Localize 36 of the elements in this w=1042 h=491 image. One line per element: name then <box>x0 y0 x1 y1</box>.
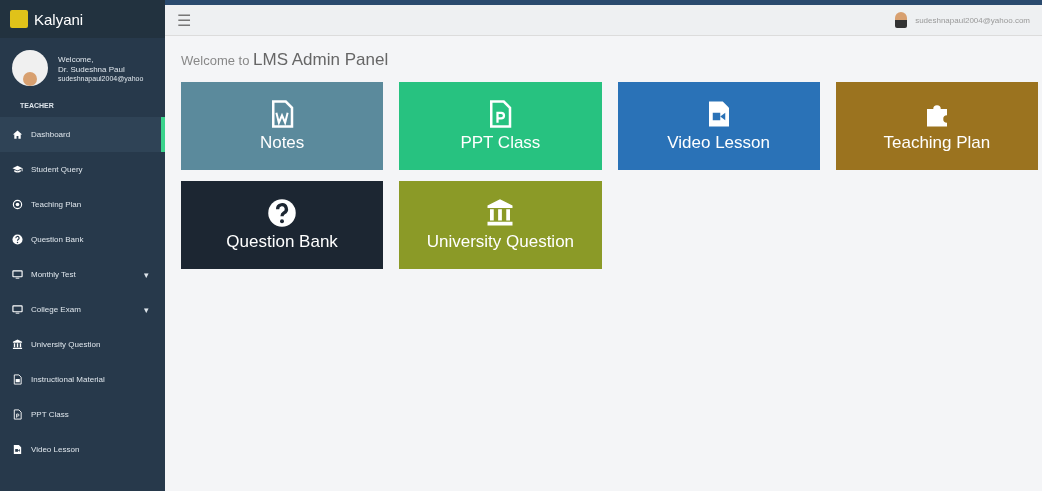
dashboard-tile[interactable]: Video Lesson <box>617 82 820 170</box>
video-file-icon <box>12 444 23 455</box>
sidebar-item[interactable]: University Question <box>0 327 165 362</box>
sidebar-item[interactable]: Teaching Plan <box>0 187 165 222</box>
monitor-icon <box>12 269 23 280</box>
user-name: Dr. Sudeshna Paul <box>58 64 126 74</box>
sidebar-item[interactable]: Student Query <box>0 152 165 187</box>
caret-icon: ▾ <box>144 269 149 280</box>
brand-name: Kalyani <box>34 10 84 28</box>
page-heading: Welcome to LMS Admin Panel <box>181 50 390 70</box>
avatar-icon <box>12 50 48 86</box>
question-circle-icon <box>267 198 298 228</box>
sidebar-item[interactable]: PPT Class <box>0 397 165 432</box>
graduation-cap-icon <box>12 164 23 175</box>
menu-button[interactable]: ☰ <box>177 10 191 30</box>
bank-icon <box>485 198 516 228</box>
sidebar-item[interactable]: Monthly Test ▾ <box>0 257 165 292</box>
target-icon <box>12 199 23 210</box>
logo-icon <box>10 10 28 28</box>
sidebar-item[interactable]: Video Lesson <box>0 432 165 467</box>
sidebar-item[interactable]: Dashboard <box>0 117 165 152</box>
home-icon <box>12 129 23 140</box>
question-circle-icon <box>12 234 23 245</box>
sidebar-item[interactable]: Question Bank <box>0 222 165 257</box>
monitor-icon <box>12 304 23 315</box>
ppt-file-icon <box>12 409 23 420</box>
bank-icon <box>12 339 23 350</box>
welcome-text: Welcome, <box>58 54 95 64</box>
user-avatar-icon <box>895 12 908 28</box>
sidebar-item[interactable]: College Exam ▾ <box>0 292 165 327</box>
dashboard-tile[interactable]: Teaching Plan <box>835 82 1038 170</box>
document-icon <box>12 374 23 385</box>
sidebar-item[interactable]: Instructional Material <box>0 362 165 397</box>
caret-icon: ▾ <box>144 304 149 315</box>
dashboard-tile[interactable]: Question Bank <box>181 181 384 269</box>
dashboard-tile[interactable]: Notes <box>181 82 384 170</box>
